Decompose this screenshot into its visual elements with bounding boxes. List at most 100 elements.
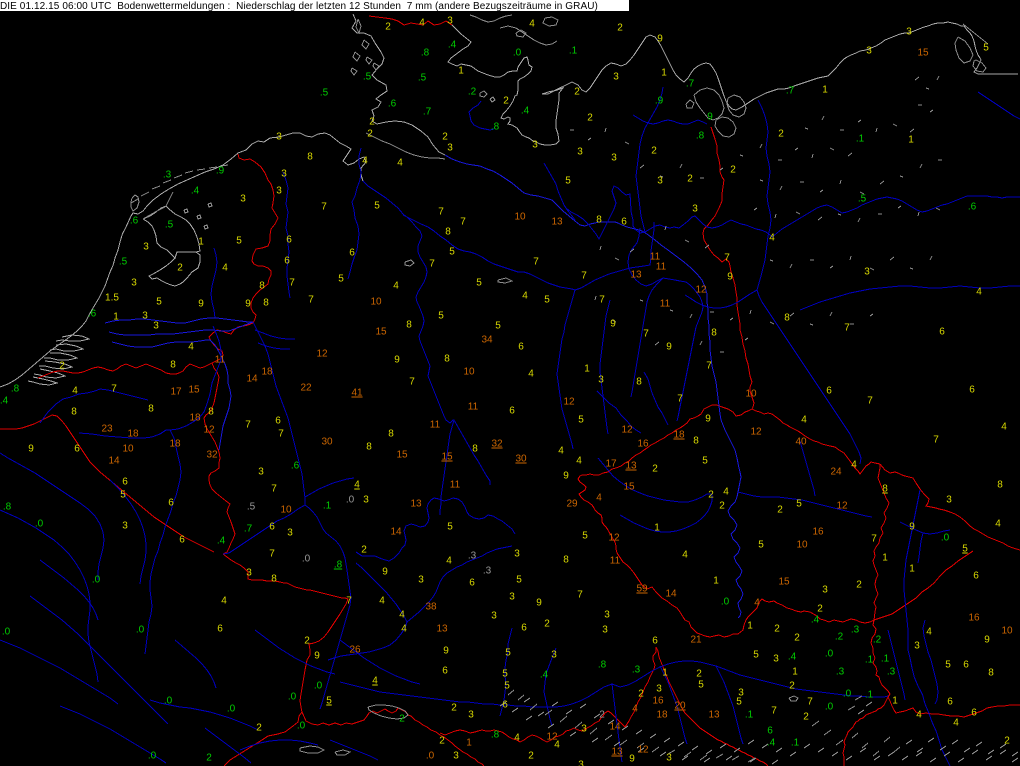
svg-text:3: 3	[946, 495, 952, 506]
svg-text:2: 2	[687, 174, 693, 185]
svg-text:5: 5	[753, 650, 759, 661]
svg-text:5: 5	[516, 575, 522, 586]
svg-text:6: 6	[469, 578, 475, 589]
svg-text:14: 14	[246, 374, 258, 385]
svg-text:4: 4	[576, 456, 582, 467]
svg-text:.0: .0	[346, 495, 355, 506]
svg-text:7: 7	[533, 257, 539, 268]
svg-text:.4: .4	[448, 40, 457, 51]
svg-text:7: 7	[706, 361, 712, 372]
svg-text:1: 1	[113, 312, 119, 323]
svg-text:2: 2	[651, 146, 657, 157]
svg-text:8: 8	[208, 407, 214, 418]
svg-text:1: 1	[466, 738, 472, 749]
svg-text:9: 9	[909, 522, 915, 533]
svg-text:6: 6	[621, 217, 627, 228]
svg-text:3: 3	[532, 140, 538, 151]
svg-text:8: 8	[882, 484, 888, 495]
svg-text:6: 6	[349, 248, 355, 259]
svg-text:13: 13	[630, 270, 642, 281]
svg-text:7: 7	[807, 697, 813, 708]
svg-text:2: 2	[777, 505, 783, 516]
svg-text:.3: .3	[468, 551, 477, 562]
svg-text:.5: .5	[247, 502, 256, 513]
svg-text:21: 21	[690, 635, 702, 646]
svg-text:2: 2	[617, 23, 623, 34]
svg-text:6: 6	[973, 571, 979, 582]
svg-text:6: 6	[963, 660, 969, 671]
svg-text:2: 2	[719, 501, 725, 512]
svg-text:6: 6	[947, 697, 953, 708]
svg-text:3: 3	[453, 751, 459, 762]
svg-text:8: 8	[988, 668, 994, 679]
svg-text:5: 5	[698, 680, 704, 691]
svg-text:1: 1	[792, 667, 798, 678]
svg-text:4: 4	[682, 550, 688, 561]
svg-text:2: 2	[528, 751, 534, 762]
svg-text:4: 4	[522, 291, 528, 302]
svg-text:9: 9	[705, 414, 711, 425]
svg-text:4: 4	[554, 740, 560, 751]
svg-text:3: 3	[246, 568, 252, 579]
svg-text:.4: .4	[217, 536, 226, 547]
svg-text:.4: .4	[788, 652, 797, 663]
svg-text:12: 12	[836, 501, 848, 512]
svg-text:15: 15	[623, 482, 635, 493]
svg-text:.0: .0	[825, 702, 834, 713]
svg-text:1: 1	[909, 564, 915, 575]
svg-text:.0: .0	[314, 681, 323, 692]
svg-text:.1: .1	[323, 501, 332, 512]
svg-text:9: 9	[28, 444, 34, 455]
svg-text:7: 7	[308, 295, 314, 306]
svg-text:15: 15	[441, 452, 453, 463]
svg-text:3: 3	[131, 278, 137, 289]
svg-text:6: 6	[269, 522, 275, 533]
svg-text:2: 2	[708, 490, 714, 501]
svg-text:13: 13	[625, 461, 637, 472]
svg-text:11: 11	[656, 262, 667, 273]
svg-text:7: 7	[771, 706, 777, 717]
svg-text:11: 11	[660, 299, 671, 310]
svg-text:11: 11	[430, 420, 441, 431]
svg-text:3: 3	[143, 242, 149, 253]
svg-text:8: 8	[307, 152, 313, 163]
svg-text:2: 2	[361, 545, 367, 556]
svg-text:8: 8	[997, 480, 1003, 491]
svg-text:.0: .0	[164, 696, 173, 707]
svg-text:1: 1	[713, 576, 719, 587]
svg-text:3: 3	[418, 575, 424, 586]
svg-text:2: 2	[730, 165, 736, 176]
svg-text:.0: .0	[513, 48, 522, 59]
svg-text:.3: .3	[851, 625, 860, 636]
svg-text:3: 3	[822, 585, 828, 596]
svg-text:.0: .0	[297, 721, 306, 732]
svg-text:3: 3	[578, 760, 584, 766]
svg-text:3: 3	[447, 143, 453, 154]
svg-text:2: 2	[778, 129, 784, 140]
svg-text:15: 15	[188, 385, 200, 396]
svg-text:3: 3	[866, 46, 872, 57]
svg-text:.0: .0	[426, 751, 435, 762]
svg-text:7: 7	[409, 377, 415, 388]
svg-text:13: 13	[708, 710, 720, 721]
svg-text:3: 3	[276, 186, 282, 197]
svg-text:7: 7	[289, 278, 295, 289]
svg-text:3: 3	[447, 16, 453, 27]
svg-text:16: 16	[652, 696, 664, 707]
svg-text:1: 1	[458, 66, 464, 77]
svg-text:6: 6	[767, 726, 773, 737]
svg-text:7: 7	[677, 394, 683, 405]
svg-text:6: 6	[275, 416, 281, 427]
svg-text:.5: .5	[418, 73, 427, 84]
svg-text:8: 8	[263, 298, 269, 309]
svg-text:8: 8	[444, 354, 450, 365]
svg-text:18: 18	[656, 710, 668, 721]
svg-text:12: 12	[316, 349, 328, 360]
svg-text:2: 2	[803, 712, 809, 723]
svg-text:3: 3	[287, 528, 293, 539]
svg-text:.0: .0	[2, 627, 11, 638]
svg-text:.1: .1	[856, 134, 865, 145]
svg-text:32: 32	[491, 439, 503, 450]
svg-text:7: 7	[933, 435, 939, 446]
svg-text:8: 8	[784, 313, 790, 324]
